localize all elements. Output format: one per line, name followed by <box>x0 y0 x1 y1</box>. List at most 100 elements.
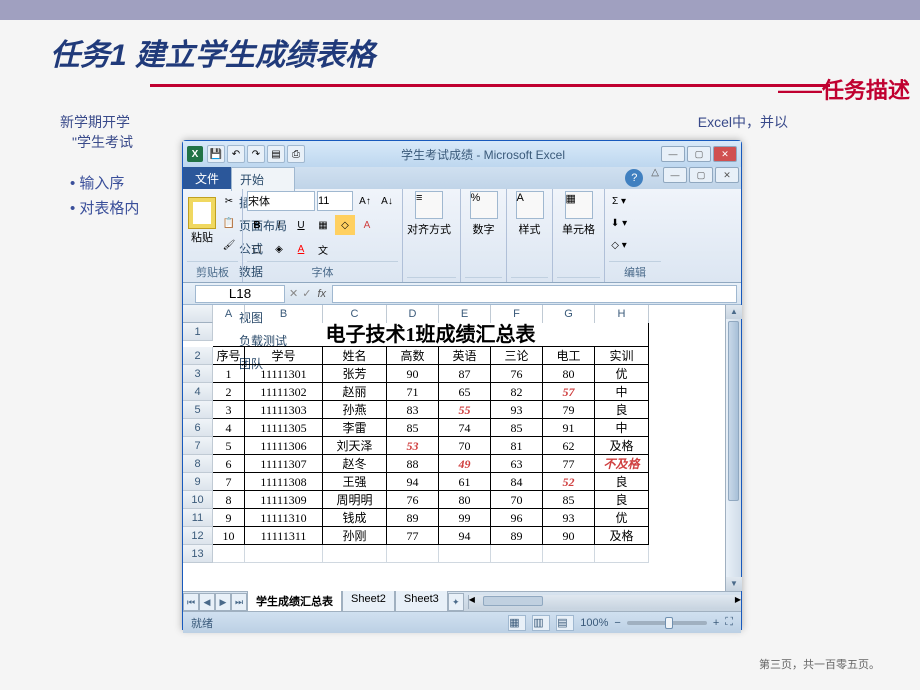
data-cell[interactable]: 11111307 <box>245 455 323 473</box>
row-header[interactable]: 11 <box>183 509 213 527</box>
zoom-out-icon[interactable]: − <box>614 617 620 629</box>
data-cell[interactable]: 93 <box>543 509 595 527</box>
border-icon[interactable]: ▦ <box>313 215 333 235</box>
data-cell[interactable]: 优 <box>595 365 649 383</box>
data-cell[interactable]: 中 <box>595 419 649 437</box>
sheet-tab[interactable]: 学生成绩汇总表 <box>247 591 342 612</box>
zoom-slider[interactable] <box>627 621 707 625</box>
ribbon-tab-0[interactable]: 开始 <box>231 167 295 191</box>
cancel-icon[interactable]: ✕ <box>289 287 298 300</box>
font-color-icon[interactable]: A <box>357 215 377 235</box>
column-header[interactable]: D <box>387 305 439 323</box>
header-cell[interactable]: 姓名 <box>323 347 387 365</box>
data-cell[interactable]: 63 <box>491 455 543 473</box>
data-cell[interactable]: 94 <box>387 473 439 491</box>
workbook-max-button[interactable]: ▢ <box>689 167 713 183</box>
row-header[interactable]: 5 <box>183 401 213 419</box>
decrease-font-icon[interactable]: A↓ <box>377 191 397 211</box>
help-icon[interactable]: ? <box>625 169 643 187</box>
row-header[interactable]: 12 <box>183 527 213 545</box>
phonetic-icon[interactable]: 文 <box>313 239 333 259</box>
data-cell[interactable]: 55 <box>439 401 491 419</box>
data-cell[interactable]: 70 <box>491 491 543 509</box>
empty-cell[interactable] <box>323 545 387 563</box>
fill-color-icon[interactable]: ◇ <box>335 215 355 235</box>
data-cell[interactable]: 赵冬 <box>323 455 387 473</box>
data-cell[interactable]: 49 <box>439 455 491 473</box>
data-cell[interactable]: 76 <box>491 365 543 383</box>
alignment-button[interactable]: ≡对齐方式 <box>407 191 451 237</box>
data-cell[interactable]: 80 <box>543 365 595 383</box>
data-cell[interactable]: 10 <box>213 527 245 545</box>
sheet-tab[interactable]: Sheet2 <box>342 591 395 612</box>
paste-button[interactable]: 粘贴 <box>187 191 217 251</box>
data-cell[interactable]: 94 <box>439 527 491 545</box>
row-header[interactable]: 10 <box>183 491 213 509</box>
data-cell[interactable]: 74 <box>439 419 491 437</box>
data-cell[interactable]: 90 <box>543 527 595 545</box>
data-cell[interactable]: 85 <box>543 491 595 509</box>
data-cell[interactable]: 11111305 <box>245 419 323 437</box>
row-header[interactable]: 13 <box>183 545 213 563</box>
data-cell[interactable]: 赵丽 <box>323 383 387 401</box>
border-icon[interactable]: ▢ <box>247 239 267 259</box>
column-header[interactable]: E <box>439 305 491 323</box>
data-cell[interactable]: 89 <box>387 509 439 527</box>
column-header[interactable]: H <box>595 305 649 323</box>
data-cell[interactable]: 81 <box>491 437 543 455</box>
column-header[interactable]: C <box>323 305 387 323</box>
empty-cell[interactable] <box>387 545 439 563</box>
data-cell[interactable]: 84 <box>491 473 543 491</box>
data-cell[interactable]: 5 <box>213 437 245 455</box>
workbook-close-button[interactable]: ✕ <box>715 167 739 183</box>
copy-icon[interactable]: 📋 <box>219 213 239 233</box>
save-icon[interactable]: 💾 <box>207 145 225 163</box>
qat-icon[interactable]: ▤ <box>267 145 285 163</box>
fill-down-icon[interactable]: ⬇ ▾ <box>609 213 629 233</box>
data-cell[interactable]: 65 <box>439 383 491 401</box>
file-tab[interactable]: 文件 <box>183 167 231 189</box>
number-format-button[interactable]: %数字 <box>465 191 502 237</box>
data-cell[interactable]: 李雷 <box>323 419 387 437</box>
row-header[interactable]: 8 <box>183 455 213 473</box>
empty-cell[interactable] <box>491 545 543 563</box>
select-all-corner[interactable] <box>183 305 213 323</box>
increase-font-icon[interactable]: A↑ <box>355 191 375 211</box>
data-cell[interactable]: 11111310 <box>245 509 323 527</box>
horizontal-scrollbar[interactable]: ◀ ▶ <box>468 595 741 609</box>
workbook-min-button[interactable]: — <box>663 167 687 183</box>
data-cell[interactable]: 9 <box>213 509 245 527</box>
column-header[interactable]: A <box>213 305 245 323</box>
minimize-button[interactable]: — <box>661 146 685 162</box>
data-cell[interactable]: 80 <box>439 491 491 509</box>
minimize-ribbon-icon[interactable]: △ <box>647 167 663 189</box>
data-cell[interactable]: 11111309 <box>245 491 323 509</box>
scroll-thumb[interactable] <box>728 321 739 501</box>
prev-sheet-icon[interactable]: ◀ <box>199 593 215 611</box>
column-header[interactable]: B <box>245 305 323 323</box>
data-cell[interactable]: 刘天泽 <box>323 437 387 455</box>
data-cell[interactable]: 70 <box>439 437 491 455</box>
font-name-select[interactable] <box>247 191 315 211</box>
row-header[interactable]: 3 <box>183 365 213 383</box>
data-cell[interactable]: 11111302 <box>245 383 323 401</box>
scroll-up-arrow-icon[interactable]: ▲ <box>726 305 742 319</box>
data-cell[interactable]: 11111311 <box>245 527 323 545</box>
redo-icon[interactable]: ↷ <box>247 145 265 163</box>
fx-icon[interactable]: fx <box>317 288 326 300</box>
data-cell[interactable]: 82 <box>491 383 543 401</box>
data-cell[interactable]: 89 <box>491 527 543 545</box>
zoom-in-icon[interactable]: + <box>713 617 719 629</box>
data-cell[interactable]: 90 <box>387 365 439 383</box>
data-cell[interactable]: 57 <box>543 383 595 401</box>
data-cell[interactable]: 79 <box>543 401 595 419</box>
data-cell[interactable]: 91 <box>543 419 595 437</box>
clear-icon[interactable]: ◇ ▾ <box>609 235 629 255</box>
header-cell[interactable]: 高数 <box>387 347 439 365</box>
empty-cell[interactable] <box>595 545 649 563</box>
next-sheet-icon[interactable]: ▶ <box>215 593 231 611</box>
undo-icon[interactable]: ↶ <box>227 145 245 163</box>
data-cell[interactable]: 4 <box>213 419 245 437</box>
formula-input[interactable] <box>332 285 737 303</box>
column-header[interactable]: F <box>491 305 543 323</box>
